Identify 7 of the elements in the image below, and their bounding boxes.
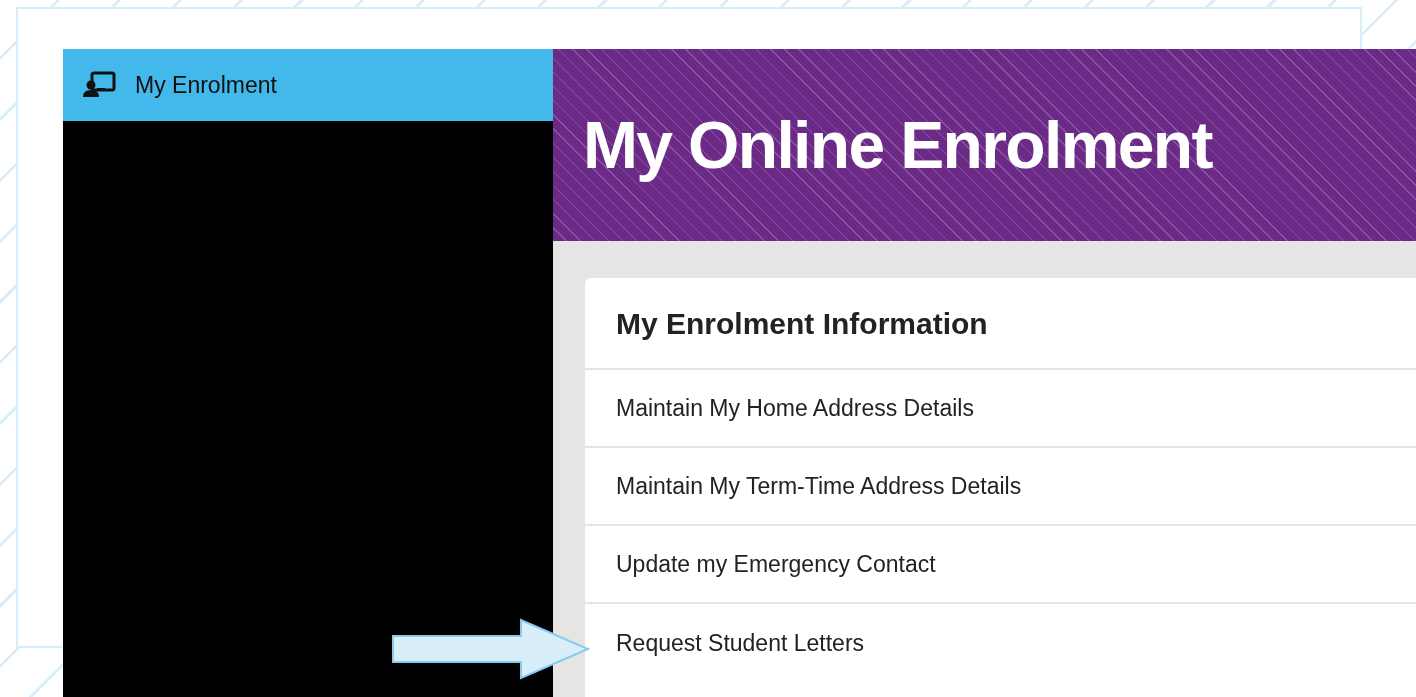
card-link[interactable]: Maintain My Term-Time Address Details: [616, 468, 1022, 504]
card-title: My Enrolment Information: [616, 305, 988, 342]
card-link[interactable]: Update my Emergency Contact: [616, 546, 936, 582]
presenter-icon: [83, 71, 117, 99]
sidebar-header-title: My Enrolment: [135, 70, 277, 100]
card-link[interactable]: Request Student Letters: [616, 625, 865, 661]
card-link[interactable]: Maintain My Home Address Details: [616, 390, 974, 426]
